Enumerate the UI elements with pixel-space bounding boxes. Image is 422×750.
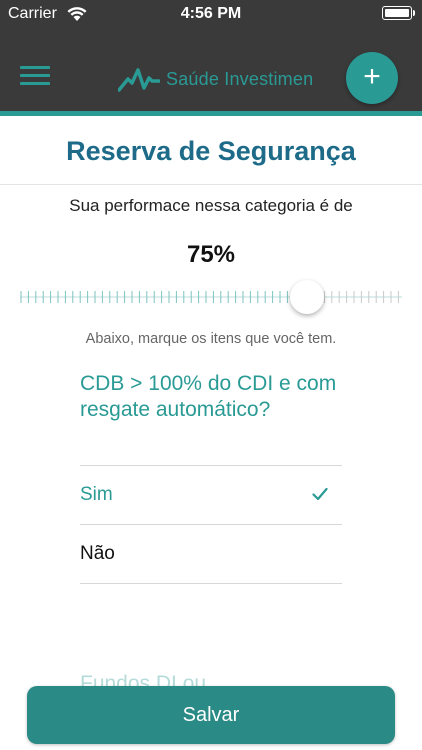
- checkmark-icon: [312, 487, 328, 501]
- question-text: CDB > 100% do CDI e com resgate automáti…: [80, 372, 337, 421]
- page-title: Reserva de Segurança: [66, 136, 356, 166]
- divider: [80, 583, 342, 584]
- save-button[interactable]: Salvar: [27, 686, 395, 744]
- option-label: Não: [80, 543, 115, 564]
- slider-track: [20, 291, 402, 303]
- option-label: Sim: [80, 484, 113, 505]
- logo-text: Saúde Investimen: [166, 68, 314, 89]
- performance-slider[interactable]: [20, 280, 402, 314]
- status-time: 4:56 PM: [180, 5, 242, 22]
- pulse-logo-icon: [118, 68, 160, 92]
- header-accent-line: [0, 111, 422, 116]
- slider-thumb[interactable]: [289, 280, 324, 314]
- option-nao[interactable]: Não: [80, 525, 342, 583]
- option-sim[interactable]: Sim: [80, 466, 342, 524]
- plus-icon: +: [363, 60, 381, 93]
- title-divider: [0, 184, 422, 185]
- performance-value: 75%: [186, 241, 236, 268]
- menu-button[interactable]: [20, 63, 52, 87]
- app-logo: Saúde Investimen: [118, 62, 313, 96]
- instruction-text: Abaixo, marque os itens que você tem.: [85, 331, 337, 347]
- battery-icon: [382, 6, 415, 20]
- add-button[interactable]: +: [346, 52, 398, 104]
- hamburger-icon: [20, 66, 50, 69]
- app-header: Carrier 4:56 PM Saúde Investimen +: [0, 0, 422, 112]
- status-bar: Carrier 4:56 PM: [0, 0, 422, 28]
- performance-subtitle: Sua performace nessa categoria é de: [69, 196, 353, 215]
